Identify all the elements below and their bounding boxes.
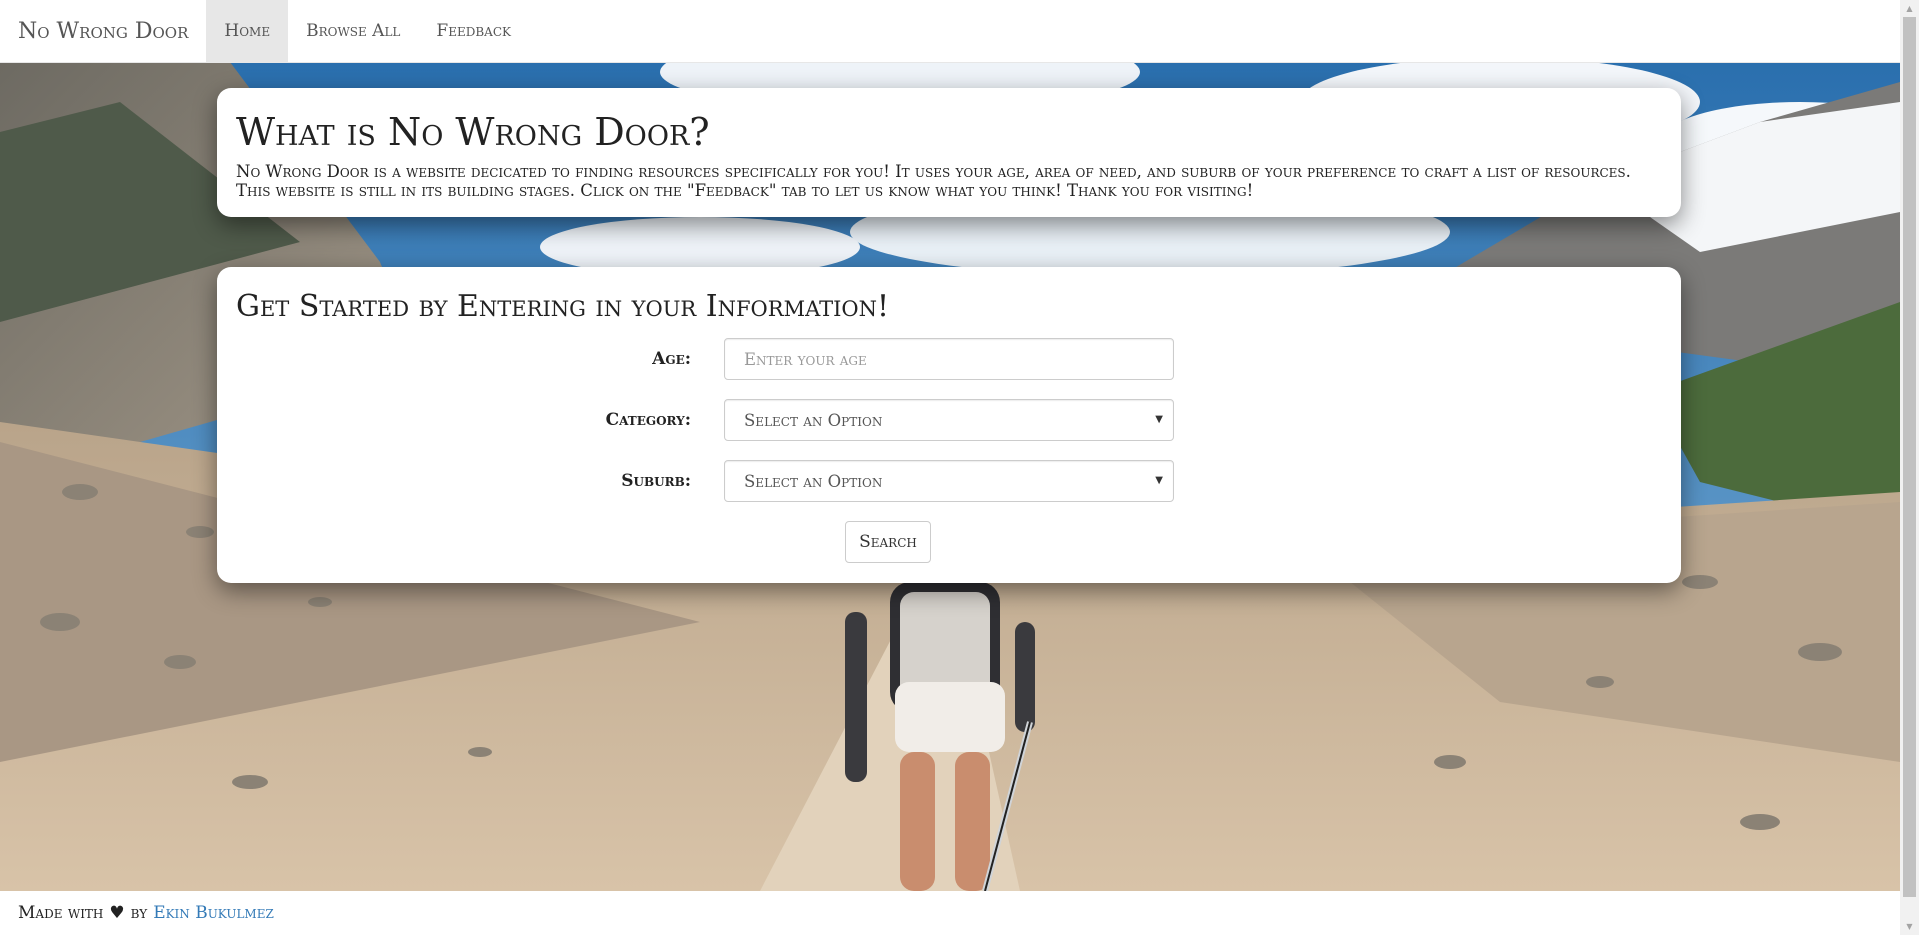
page: No Wrong Door Home Browse All Feedback W… bbox=[0, 0, 1919, 935]
chevron-down-icon: ▼ bbox=[1155, 475, 1163, 486]
brand-link[interactable]: No Wrong Door bbox=[0, 0, 206, 62]
about-description: No Wrong Door is a website decicated to … bbox=[236, 162, 1631, 200]
suburb-select-value: Select an Option bbox=[744, 471, 883, 491]
footer-by: by bbox=[130, 903, 148, 923]
category-row: Category: Select an Option ▼ bbox=[217, 399, 1681, 441]
age-row: Age: Enter your age bbox=[217, 338, 1681, 380]
scroll-down-icon[interactable]: ▼ bbox=[1900, 918, 1919, 935]
category-select-value: Select an Option bbox=[744, 410, 883, 430]
age-label: Age: bbox=[652, 349, 691, 369]
nav-browse-all[interactable]: Browse All bbox=[288, 0, 418, 62]
chevron-down-icon: ▼ bbox=[1155, 414, 1163, 425]
nav-home[interactable]: Home bbox=[206, 0, 289, 62]
scrollbar-thumb[interactable] bbox=[1903, 17, 1916, 897]
category-label: Category: bbox=[605, 410, 691, 430]
suburb-select[interactable]: Select an Option ▼ bbox=[724, 460, 1174, 502]
search-button[interactable]: Search bbox=[845, 521, 931, 563]
age-input[interactable]: Enter your age bbox=[724, 338, 1174, 380]
footer-prefix: Made with bbox=[18, 903, 104, 923]
search-form-card: Get Started by Entering in your Informat… bbox=[217, 267, 1681, 583]
footer: Made with ♥ by Ekin Bukulmez bbox=[0, 891, 1900, 935]
form-title: Get Started by Entering in your Informat… bbox=[236, 289, 890, 324]
suburb-row: Suburb: Select an Option ▼ bbox=[217, 460, 1681, 502]
author-link[interactable]: Ekin Bukulmez bbox=[153, 903, 274, 923]
page-scrollbar[interactable]: ▲ ▼ bbox=[1900, 0, 1919, 935]
suburb-label: Suburb: bbox=[621, 471, 691, 491]
about-title: What is No Wrong Door? bbox=[236, 110, 710, 154]
category-select[interactable]: Select an Option ▼ bbox=[724, 399, 1174, 441]
heart-icon: ♥ bbox=[109, 903, 125, 923]
top-navbar: No Wrong Door Home Browse All Feedback bbox=[0, 0, 1900, 63]
about-card: What is No Wrong Door? No Wrong Door is … bbox=[217, 88, 1681, 217]
scroll-up-icon[interactable]: ▲ bbox=[1900, 0, 1919, 17]
nav-feedback[interactable]: Feedback bbox=[418, 0, 529, 62]
